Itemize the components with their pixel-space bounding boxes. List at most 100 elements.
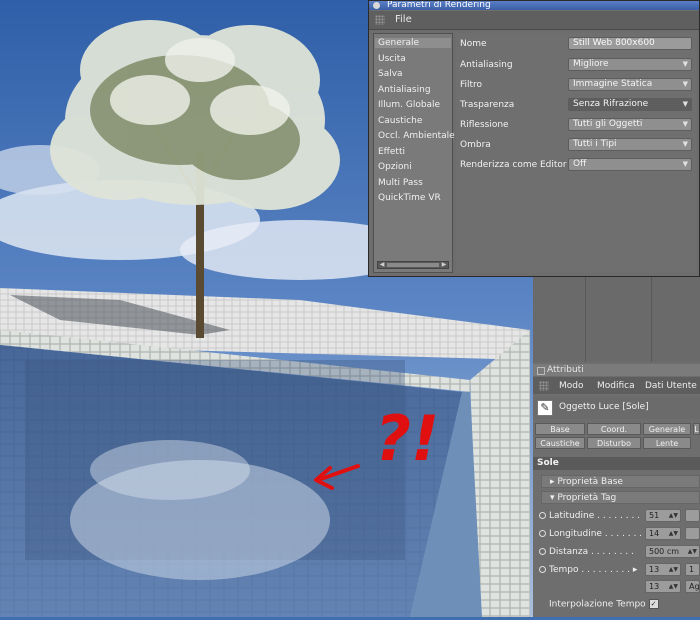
attributes-title-text: Attributi — [547, 365, 584, 375]
grip-icon[interactable] — [375, 15, 385, 25]
tempo-extra-value: 1 — [689, 565, 695, 574]
param-value: 500 cm — [649, 547, 680, 556]
aggiorna-label: Ag — [689, 582, 700, 591]
nav-generale[interactable]: Generale — [375, 38, 451, 48]
interpolazione-tempo-checkbox[interactable]: ✓ — [648, 599, 659, 609]
app-icon — [373, 2, 380, 9]
label-nome: Nome — [460, 39, 487, 49]
dialog-titlebar[interactable]: Parametri di Rendering — [369, 1, 699, 10]
category-list-scrollbar[interactable]: ◀ ▶ — [377, 261, 449, 269]
tempo-input[interactable]: 13 ▲▼ — [645, 563, 681, 576]
panel-toggle-icon[interactable] — [537, 367, 545, 375]
chevron-down-icon: ▼ — [682, 80, 688, 88]
nav-effetti[interactable]: Effetti — [378, 147, 405, 157]
tempo-extra[interactable]: 1 — [685, 563, 700, 576]
aggiorna-button[interactable]: Ag — [685, 580, 700, 593]
nav-occl-ambientale[interactable]: Occl. Ambientale — [378, 131, 455, 141]
longitudine-input[interactable]: 14 ▲▼ — [645, 527, 681, 540]
renderizza-editor-select[interactable]: Off ▼ — [568, 158, 692, 171]
label-antialiasing: Antialiasing — [460, 60, 513, 70]
tab-coord[interactable]: Coord. — [587, 423, 641, 435]
label-riflessione: Riflessione — [460, 120, 509, 130]
distanza-input[interactable]: 500 cm ▲▼ — [645, 545, 700, 558]
group-proprieta-tag[interactable]: ▾ Proprietà Tag — [541, 491, 700, 504]
spinner-icon[interactable]: ▲▼ — [669, 564, 678, 575]
menu-file[interactable]: File — [395, 14, 412, 25]
tab-lente[interactable]: Lente — [643, 437, 691, 449]
render-settings-dialog: Parametri di Rendering File Generale Usc… — [368, 0, 700, 277]
param-label: Tempo — [549, 565, 579, 575]
ombra-select[interactable]: Tutti i Tipi ▼ — [568, 138, 692, 151]
group-proprieta-base[interactable]: ▸ Proprietà Base — [541, 475, 700, 488]
nav-uscita[interactable]: Uscita — [378, 54, 406, 64]
label-renderizza-editor: Renderizza come Editor — [460, 160, 567, 170]
trasparenza-value: Senza Rifrazione — [573, 99, 649, 109]
nav-antialiasing[interactable]: Antialiasing — [378, 85, 431, 95]
menu-modifica[interactable]: Modifica — [597, 381, 635, 391]
tab-base[interactable]: Base — [535, 423, 585, 435]
menu-dati-utente[interactable]: Dati Utente — [645, 381, 697, 391]
trasparenza-select[interactable]: Senza Rifrazione ▼ — [568, 98, 692, 111]
tab-l[interactable]: L — [693, 423, 700, 435]
spinner-icon[interactable]: ▲▼ — [669, 510, 678, 521]
tab-disturbo[interactable]: Disturbo — [587, 437, 641, 449]
filtro-value: Immagine Statica — [573, 79, 653, 89]
scrollbar-thumb[interactable] — [387, 263, 439, 267]
keyframe-dot-icon[interactable] — [539, 530, 546, 537]
keyframe-dot-icon[interactable] — [539, 566, 546, 573]
param-label: Latitudine — [549, 511, 595, 521]
nav-caustiche[interactable]: Caustiche — [378, 116, 422, 126]
nav-multi-pass[interactable]: Multi Pass — [378, 178, 423, 188]
latitudine-extra[interactable] — [685, 509, 700, 522]
label-ombra: Ombra — [460, 140, 491, 150]
column-divider — [585, 277, 586, 362]
spinner-icon[interactable]: ▲▼ — [688, 546, 697, 557]
group-label: Proprietà Tag — [557, 493, 617, 503]
section-sole: Sole — [533, 457, 700, 470]
keyframe-dot-icon[interactable] — [539, 548, 546, 555]
annotation-question-marks: ?! — [375, 402, 440, 475]
chevron-down-icon: ▼ — [682, 60, 688, 68]
ombra-value: Tutti i Tipi — [573, 139, 617, 149]
label-longitudine: Longitudine . . . . . . . — [539, 529, 642, 539]
param-value: 51 — [649, 511, 660, 520]
chevron-down-icon: ▼ — [682, 120, 688, 128]
label-tempo: Tempo . . . . . . . . . ▸ — [539, 565, 637, 575]
chevron-down-icon: ▼ — [682, 160, 688, 168]
attributes-title: Attributi — [533, 364, 700, 376]
scroll-right-icon[interactable]: ▶ — [440, 262, 448, 268]
interpolazione-tempo-row: Interpolazione Tempo ✓ — [549, 599, 659, 610]
object-manager-area — [533, 277, 700, 362]
chevron-down-icon: ▼ — [682, 100, 688, 108]
spinner-icon[interactable]: ▲▼ — [669, 581, 678, 592]
antialiasing-select[interactable]: Migliore ▼ — [568, 58, 692, 71]
nome-value: Still Web 800x600 — [573, 38, 655, 48]
tab-caustiche[interactable]: Caustiche — [535, 437, 585, 449]
tab-generale[interactable]: Generale — [643, 423, 691, 435]
keyframe-dot-icon[interactable] — [539, 512, 546, 519]
group-label: Proprietà Base — [557, 477, 623, 487]
renderizza-editor-value: Off — [573, 159, 587, 169]
menu-modo[interactable]: Modo — [559, 381, 584, 391]
scroll-left-icon[interactable]: ◀ — [378, 262, 386, 268]
chevron-down-icon: ▼ — [682, 140, 688, 148]
param-value: 13 — [649, 565, 660, 574]
tempo-second-input[interactable]: 13 ▲▼ — [645, 580, 681, 593]
nome-input[interactable]: Still Web 800x600 — [568, 37, 692, 50]
latitudine-input[interactable]: 51 ▲▼ — [645, 509, 681, 522]
riflessione-select[interactable]: Tutti gli Oggetti ▼ — [568, 118, 692, 131]
spinner-icon[interactable]: ▲▼ — [669, 528, 678, 539]
object-header: ✎ Oggetto Luce [Sole] — [533, 397, 700, 419]
light-object-icon: ✎ — [537, 400, 553, 416]
longitudine-extra[interactable] — [685, 527, 700, 540]
filtro-select[interactable]: Immagine Statica ▼ — [568, 78, 692, 91]
nav-illum-globale[interactable]: Illum. Globale — [378, 100, 440, 110]
grip-icon[interactable] — [539, 381, 549, 391]
nav-salva[interactable]: Salva — [378, 69, 403, 79]
nav-opzioni[interactable]: Opzioni — [378, 162, 412, 172]
label-latitudine: Latitudine . . . . . . . . — [539, 511, 640, 521]
dialog-menubar: File — [369, 11, 699, 30]
param-label: Longitudine — [549, 529, 602, 539]
nav-quicktime-vr[interactable]: QuickTime VR — [378, 193, 441, 203]
label-distanza: Distanza . . . . . . . . — [539, 547, 634, 557]
